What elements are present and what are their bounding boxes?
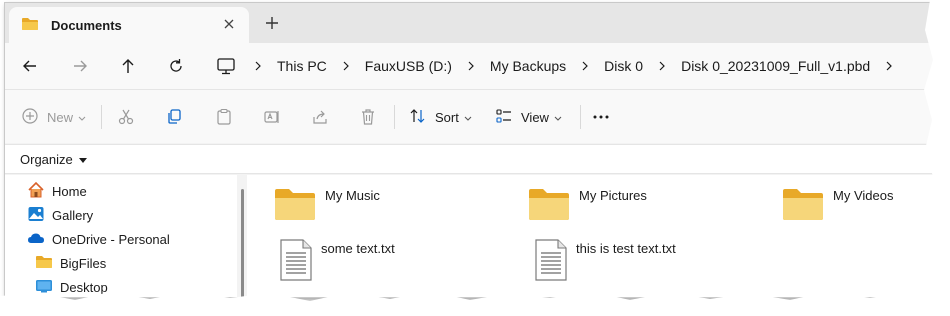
sort-icon [409,107,427,128]
breadcrumb-item-this-pc[interactable]: This PC [273,58,331,74]
divider [394,105,395,129]
sort-label: Sort [435,109,459,125]
sidebar-item-gallery[interactable]: Gallery [27,204,93,226]
organize-label: Organize [20,152,73,167]
plus-icon[interactable] [263,14,281,32]
sidebar-item-label: Home [52,183,87,199]
chevron-right-icon[interactable] [456,48,486,84]
view-list-icon [495,107,513,128]
breadcrumb-item-drive[interactable]: FauxUSB (D:) [361,58,456,74]
tab-strip: Documents [5,3,937,43]
new-button[interactable]: New [21,104,86,130]
list-item[interactable]: this is test text.txt [534,239,676,284]
file-name: this is test text.txt [576,241,676,256]
chevron-down-icon [464,110,472,125]
sidebar-item-home[interactable]: Home [27,180,87,202]
sidebar-scrollbar[interactable] [241,189,244,297]
breadcrumb-item-backup-file[interactable]: Disk 0_20231009_Full_v1.pbd [677,58,874,74]
paste-icon[interactable] [215,104,233,130]
sidebar-item-label: BigFiles [60,255,107,271]
file-list: My Music My Pictures My Videos some text… [247,175,937,297]
sidebar-item-desktop[interactable]: Desktop [35,276,108,297]
sidebar-item-bigfiles[interactable]: BigFiles [35,252,106,274]
copy-icon[interactable] [165,104,183,130]
tab-documents[interactable]: Documents [9,7,249,43]
sidebar-item-label: Desktop [60,279,108,295]
chevron-right-icon[interactable] [647,48,677,84]
command-bar: New Sort View [5,89,937,143]
chevron-right-icon[interactable] [331,48,361,84]
file-explorer-window: Documents This PC FauxUSB (D:) My Backup… [4,2,938,298]
more-icon[interactable] [591,104,611,130]
sort-button[interactable]: Sort [409,104,472,130]
new-label: New [47,109,74,125]
navigation-pane: Home Gallery OneDrive - Personal BigFile… [5,175,237,297]
cloud-icon [27,229,45,250]
chevron-right-icon[interactable] [874,48,904,84]
cut-icon[interactable] [117,104,135,130]
view-button[interactable]: View [495,104,562,130]
arrow-right-icon[interactable] [69,55,91,77]
divider [580,105,581,129]
file-name: My Videos [833,188,894,203]
file-name: My Music [325,188,380,203]
list-item[interactable]: My Videos [781,186,893,225]
refresh-icon[interactable] [165,55,187,77]
chevron-down-icon [78,110,86,125]
folder-icon [781,186,825,225]
rename-icon[interactable] [263,104,281,130]
folder-icon [35,254,53,273]
file-name: some text.txt [321,241,395,256]
home-icon [27,181,45,202]
desktop-icon [35,278,53,297]
breadcrumb: This PC FauxUSB (D:) My Backups Disk 0 D… [203,48,937,84]
chevron-right-icon[interactable] [243,48,273,84]
folder-icon [273,186,317,225]
tab-title: Documents [51,17,122,33]
list-item[interactable]: some text.txt [279,239,395,284]
list-item[interactable]: My Pictures [527,186,647,225]
folder-icon [527,186,571,225]
computer-icon[interactable] [215,55,237,77]
list-item[interactable]: My Music [273,186,380,225]
chevron-down-icon [554,110,562,125]
sidebar-item-label: Gallery [52,207,94,223]
sidebar-item-label: OneDrive - Personal [52,231,170,247]
view-label: View [521,109,549,125]
file-name: My Pictures [579,188,647,203]
organize-button[interactable]: Organize [20,152,87,167]
text-file-icon [534,239,568,284]
arrow-up-icon[interactable] [117,55,139,77]
chevron-right-icon[interactable] [570,48,600,84]
gallery-icon [27,205,45,226]
breadcrumb-item-my-backups[interactable]: My Backups [486,58,570,74]
share-icon[interactable] [311,104,329,130]
text-file-icon [279,239,313,284]
folder-icon [21,17,39,34]
sidebar-item-onedrive[interactable]: OneDrive - Personal [27,228,170,250]
delete-icon[interactable] [359,104,377,130]
close-icon[interactable] [221,16,237,32]
organize-bar: Organize [5,144,937,174]
address-row: This PC FauxUSB (D:) My Backups Disk 0 D… [5,43,937,89]
breadcrumb-item-disk-0[interactable]: Disk 0 [600,58,647,74]
pane-splitter[interactable] [237,175,240,297]
arrow-left-icon[interactable] [19,55,41,77]
plus-circle-icon [21,107,39,128]
caret-down-icon [78,152,87,167]
divider [101,105,102,129]
